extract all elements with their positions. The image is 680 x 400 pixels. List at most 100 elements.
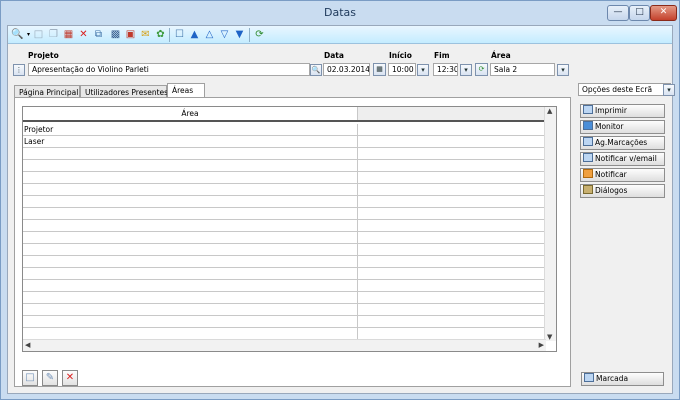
toolbar-separator: [249, 28, 250, 42]
table-row[interactable]: [23, 304, 545, 316]
cell-area[interactable]: [23, 196, 358, 208]
screen-options-dropdown[interactable]: Opções deste Ecrã: [578, 83, 671, 96]
table-row[interactable]: [23, 232, 545, 244]
chart-icon[interactable]: ▩: [109, 28, 122, 41]
add-area-button[interactable]: □: [22, 370, 38, 386]
print-button[interactable]: Imprimir: [580, 104, 665, 118]
table-row[interactable]: [23, 208, 545, 220]
cell-blank: [358, 172, 545, 184]
cell-area[interactable]: Laser: [23, 136, 358, 148]
status-marcada-button[interactable]: Marcada: [581, 372, 664, 386]
next-record-icon[interactable]: ▽: [218, 28, 231, 41]
grid-header: Área: [23, 107, 556, 122]
cell-area[interactable]: [23, 256, 358, 268]
chevron-down-icon[interactable]: ▾: [663, 84, 675, 96]
cell-area[interactable]: [23, 160, 358, 172]
table-row[interactable]: [23, 292, 545, 304]
cell-area[interactable]: [23, 232, 358, 244]
cell-blank: [358, 208, 545, 220]
monitor-label: Monitor: [595, 122, 624, 131]
ag-marcacoes-label: Ag.Marcações: [595, 138, 648, 147]
table-row[interactable]: [23, 160, 545, 172]
cell-blank: [358, 148, 545, 160]
notify-icon: [583, 169, 593, 178]
area-refresh-icon[interactable]: ⟳: [475, 63, 488, 76]
notify-button[interactable]: Notificar: [580, 168, 665, 182]
table-row[interactable]: [23, 220, 545, 232]
scroll-down-icon[interactable]: ▼: [547, 333, 552, 341]
scroll-up-icon[interactable]: ▲: [547, 107, 552, 115]
vertical-scrollbar[interactable]: ▲ ▼: [544, 107, 556, 341]
first-record-icon[interactable]: ▲: [188, 28, 201, 41]
edit-area-button[interactable]: ✎: [42, 370, 58, 386]
column-header-blank: [358, 107, 545, 120]
monitor-button[interactable]: Monitor: [580, 120, 665, 134]
printer-icon: [583, 105, 593, 114]
previous-record-icon[interactable]: △: [203, 28, 216, 41]
horizontal-scrollbar[interactable]: ◀ ▶: [23, 339, 546, 351]
table-row[interactable]: Laser: [23, 136, 545, 148]
table-row[interactable]: [23, 256, 545, 268]
delete-area-button[interactable]: ✕: [62, 370, 78, 386]
table-row[interactable]: [23, 172, 545, 184]
table-row[interactable]: [23, 268, 545, 280]
cell-area[interactable]: [23, 268, 358, 280]
table-row[interactable]: [23, 148, 545, 160]
areas-panel: Área Projetor Laser ▲ ▼ ◀ ▶ □ ✎ ✕: [14, 97, 571, 387]
ag-marcacoes-button[interactable]: Ag.Marcações: [580, 136, 665, 150]
mail-icon[interactable]: ✉: [139, 28, 152, 41]
cell-blank: [358, 184, 545, 196]
cell-area[interactable]: [23, 208, 358, 220]
calendar-icon[interactable]: ▦: [62, 28, 75, 41]
end-time-field[interactable]: 12:30: [433, 63, 458, 76]
chevron-down-icon[interactable]: ▾: [557, 64, 569, 76]
delete-icon[interactable]: ✕: [77, 28, 90, 41]
chevron-down-icon[interactable]: ▾: [417, 64, 429, 76]
table-row[interactable]: Projetor: [23, 124, 545, 136]
close-button[interactable]: ✕: [650, 5, 677, 21]
cell-blank: [358, 256, 545, 268]
last-record-icon[interactable]: ▼: [233, 28, 246, 41]
find-icon[interactable]: ☐: [173, 28, 186, 41]
cell-area[interactable]: [23, 316, 358, 328]
cell-area[interactable]: [23, 244, 358, 256]
scroll-right-icon[interactable]: ▶: [539, 341, 544, 349]
table-row[interactable]: [23, 184, 545, 196]
puzzle-icon[interactable]: ✿: [154, 28, 167, 41]
project-list-icon[interactable]: ⋮: [13, 64, 25, 76]
fim-label: Fim: [434, 51, 450, 60]
cell-area[interactable]: [23, 148, 358, 160]
cell-area[interactable]: [23, 292, 358, 304]
dialogs-button[interactable]: Diálogos: [580, 184, 665, 198]
scroll-left-icon[interactable]: ◀: [25, 341, 30, 349]
cell-area[interactable]: [23, 304, 358, 316]
cell-blank: [358, 268, 545, 280]
table-row[interactable]: [23, 316, 545, 328]
start-time-field[interactable]: 10:00: [388, 63, 416, 76]
project-search-icon[interactable]: 🔍: [310, 64, 322, 76]
copy-icon[interactable]: ❐: [47, 28, 60, 41]
projeto-field[interactable]: Apresentação do Violino Parleti: [28, 63, 310, 76]
group-icon[interactable]: ▣: [124, 28, 137, 41]
notify-email-button[interactable]: Notificar v/email: [580, 152, 665, 166]
cell-area[interactable]: [23, 184, 358, 196]
date-field[interactable]: 02.03.2014: [323, 63, 370, 76]
minimize-button[interactable]: —: [607, 5, 629, 21]
table-row[interactable]: [23, 244, 545, 256]
export-icon[interactable]: ⧉: [92, 28, 105, 41]
cell-area[interactable]: Projetor: [23, 124, 358, 136]
new-document-icon[interactable]: □: [32, 28, 45, 41]
calendar-picker-icon[interactable]: ▦: [373, 63, 386, 76]
table-row[interactable]: [23, 196, 545, 208]
cell-area[interactable]: [23, 280, 358, 292]
cell-area[interactable]: [23, 172, 358, 184]
area-field[interactable]: Sala 2: [490, 63, 555, 76]
column-header-area[interactable]: Área: [23, 107, 358, 120]
table-row[interactable]: [23, 280, 545, 292]
chevron-down-icon[interactable]: ▾: [460, 64, 472, 76]
cell-blank: [358, 124, 545, 136]
title-bar: Datas — □ ✕: [1, 1, 679, 25]
cell-area[interactable]: [23, 220, 358, 232]
maximize-button[interactable]: □: [629, 5, 650, 21]
refresh-icon[interactable]: ⟳: [253, 28, 266, 41]
